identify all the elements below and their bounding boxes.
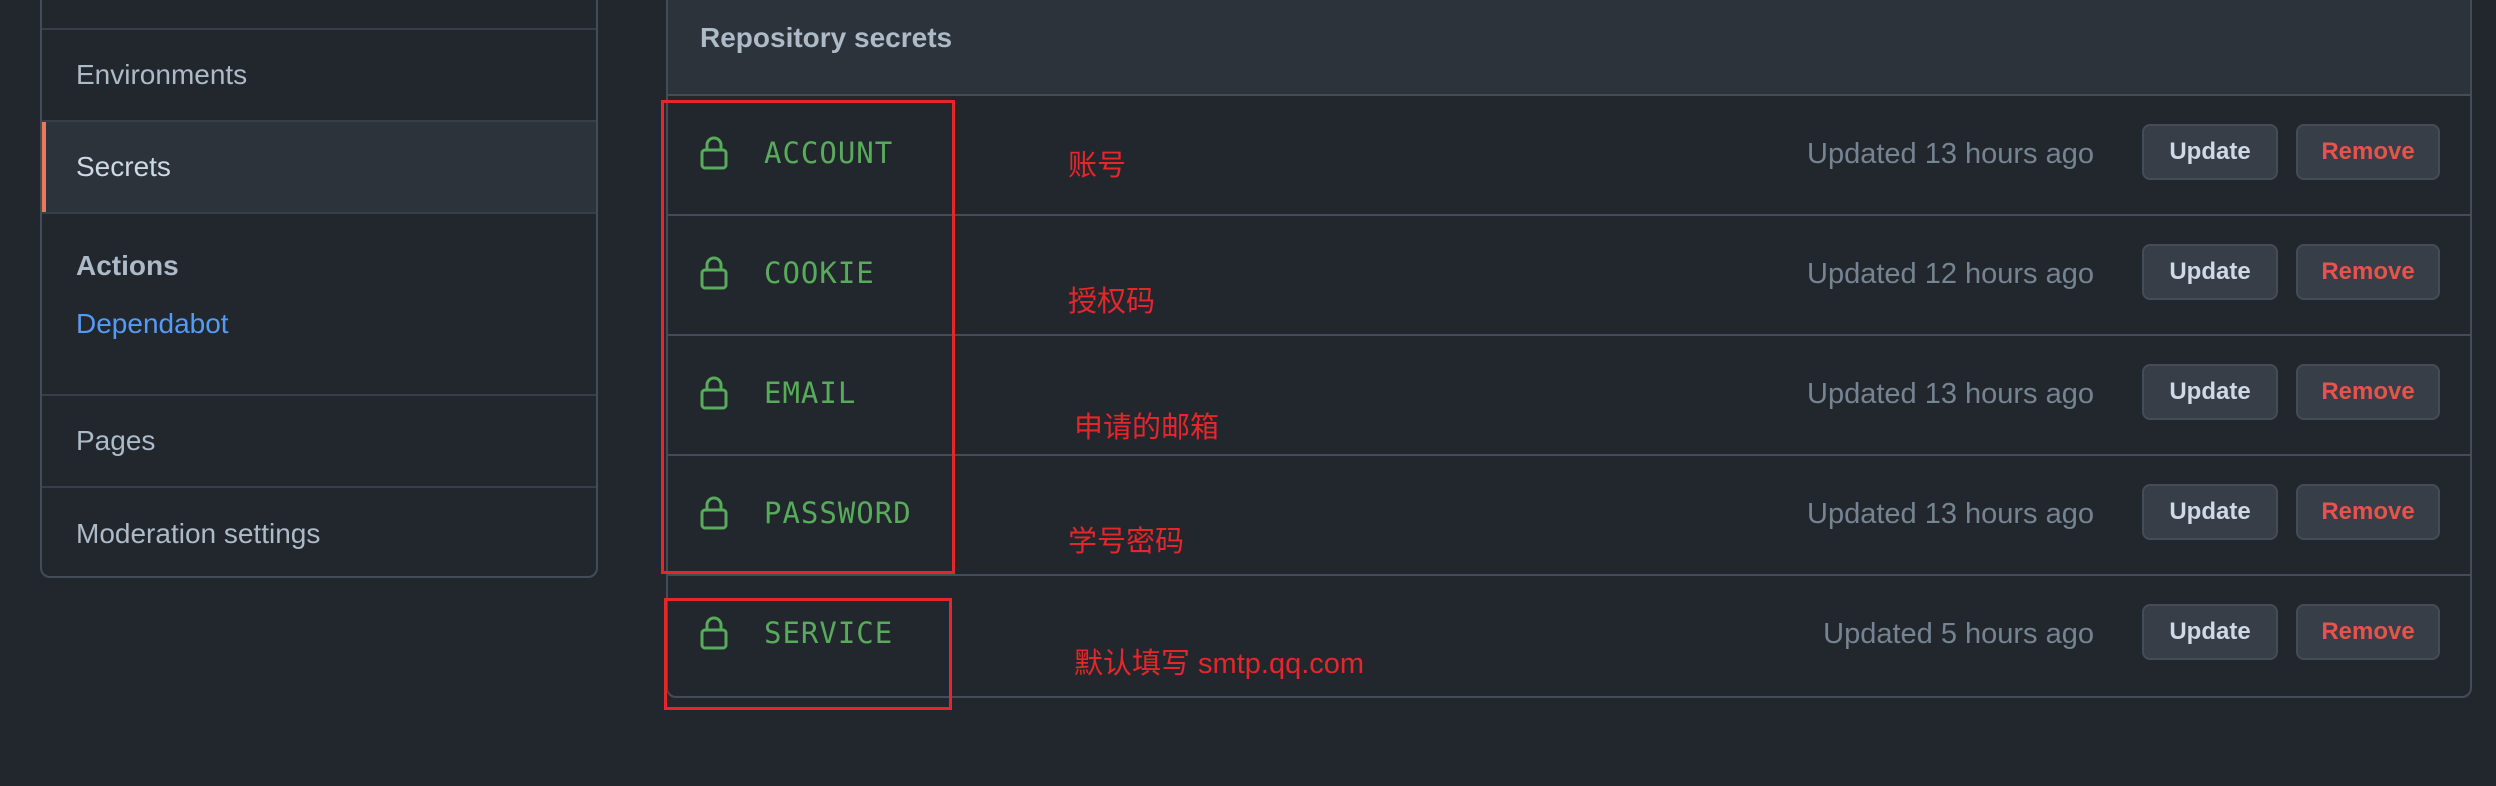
- sidebar-item-previous[interactable]: [42, 0, 596, 28]
- secret-updated-time: Updated 5 hours ago: [1823, 618, 2094, 650]
- sidebar-item-label: Pages: [76, 425, 156, 456]
- secret-name: COOKIE: [764, 256, 875, 290]
- sidebar-item-label: Moderation settings: [76, 518, 321, 549]
- update-button[interactable]: Update: [2142, 244, 2278, 300]
- lock-icon: [700, 376, 728, 410]
- sidebar-group-title[interactable]: Actions: [76, 250, 179, 282]
- panel-header: Repository secrets: [668, 0, 2470, 96]
- secret-row: COOKIE 授权码 Updated 12 hours ago Update R…: [668, 216, 2470, 336]
- secret-updated-time: Updated 13 hours ago: [1807, 498, 2094, 530]
- remove-button[interactable]: Remove: [2296, 124, 2440, 180]
- lock-icon: [700, 496, 728, 530]
- sidebar-item-secrets[interactable]: Secrets: [42, 120, 596, 212]
- secret-row: SERVICE 默认填写 smtp.qq.com Updated 5 hours…: [668, 576, 2470, 696]
- secret-updated-time: Updated 13 hours ago: [1807, 138, 2094, 170]
- secret-updated-time: Updated 13 hours ago: [1807, 378, 2094, 410]
- sidebar-item-label: Secrets: [76, 151, 171, 182]
- update-button[interactable]: Update: [2142, 484, 2278, 540]
- update-button[interactable]: Update: [2142, 364, 2278, 420]
- remove-button[interactable]: Remove: [2296, 484, 2440, 540]
- annotation-text: 学号密码: [1068, 526, 1185, 558]
- lock-icon: [700, 136, 728, 170]
- repository-secrets-panel: Repository secrets ACCOUNT 账号 Updated 13…: [666, 0, 2472, 698]
- secret-row: EMAIL 申请的邮箱 Updated 13 hours ago Update …: [668, 336, 2470, 456]
- secret-name: SERVICE: [764, 616, 894, 650]
- secret-name: EMAIL: [764, 376, 857, 410]
- remove-button[interactable]: Remove: [2296, 364, 2440, 420]
- secret-name: PASSWORD: [764, 496, 912, 530]
- sidebar-item-label: Environments: [76, 59, 248, 90]
- sidebar-group-actions: Actions Dependabot: [42, 212, 596, 394]
- annotation-text: 授权码: [1068, 286, 1156, 318]
- annotation-text: 账号: [1068, 150, 1127, 182]
- secret-updated-time: Updated 12 hours ago: [1807, 258, 2094, 290]
- update-button[interactable]: Update: [2142, 604, 2278, 660]
- lock-icon: [700, 616, 728, 650]
- secret-row: ACCOUNT 账号 Updated 13 hours ago Update R…: [668, 96, 2470, 216]
- sidebar-link-dependabot[interactable]: Dependabot: [76, 308, 229, 340]
- remove-button[interactable]: Remove: [2296, 244, 2440, 300]
- secret-row: PASSWORD 学号密码 Updated 13 hours ago Updat…: [668, 456, 2470, 576]
- update-button[interactable]: Update: [2142, 124, 2278, 180]
- sidebar-item-environments[interactable]: Environments: [42, 28, 596, 120]
- remove-button[interactable]: Remove: [2296, 604, 2440, 660]
- annotation-text: 申请的邮箱: [1074, 412, 1220, 444]
- settings-sidebar: Environments Secrets Actions Dependabot …: [40, 0, 598, 578]
- secret-name: ACCOUNT: [764, 136, 894, 170]
- sidebar-item-pages[interactable]: Pages: [42, 394, 596, 486]
- annotation-text: 默认填写 smtp.qq.com: [1074, 648, 1365, 680]
- panel-title: Repository secrets: [700, 22, 953, 53]
- lock-icon: [700, 256, 728, 290]
- sidebar-item-moderation-settings[interactable]: Moderation settings: [42, 486, 596, 576]
